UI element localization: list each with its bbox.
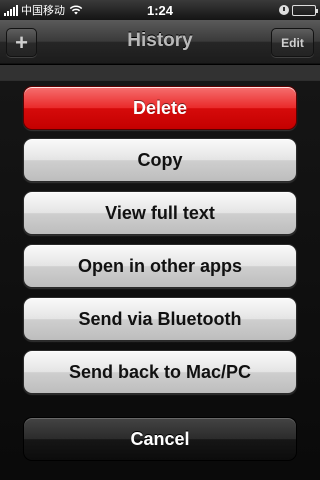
status-time: 1:24 (146, 3, 174, 18)
screen: 中国移动 1:24 + History Edit Delete Copy Vie… (0, 0, 320, 480)
navigation-bar: + History Edit (0, 20, 320, 64)
send-back-to-mac-pc-button[interactable]: Send back to Mac/PC (23, 350, 297, 394)
send-via-bluetooth-button[interactable]: Send via Bluetooth (23, 297, 297, 341)
copy-button[interactable]: Copy (23, 138, 297, 182)
edit-button[interactable]: Edit (271, 28, 314, 57)
status-bar: 中国移动 1:24 (0, 0, 320, 20)
status-right (279, 4, 318, 16)
action-sheet: Delete Copy View full text Open in other… (0, 80, 320, 480)
open-in-other-apps-button[interactable]: Open in other apps (23, 244, 297, 288)
view-full-text-button[interactable]: View full text (23, 191, 297, 235)
clock-icon (279, 5, 289, 15)
delete-button[interactable]: Delete (23, 86, 297, 130)
content-underlay (0, 65, 320, 80)
cancel-button[interactable]: Cancel (23, 417, 297, 461)
battery-icon (292, 4, 318, 16)
